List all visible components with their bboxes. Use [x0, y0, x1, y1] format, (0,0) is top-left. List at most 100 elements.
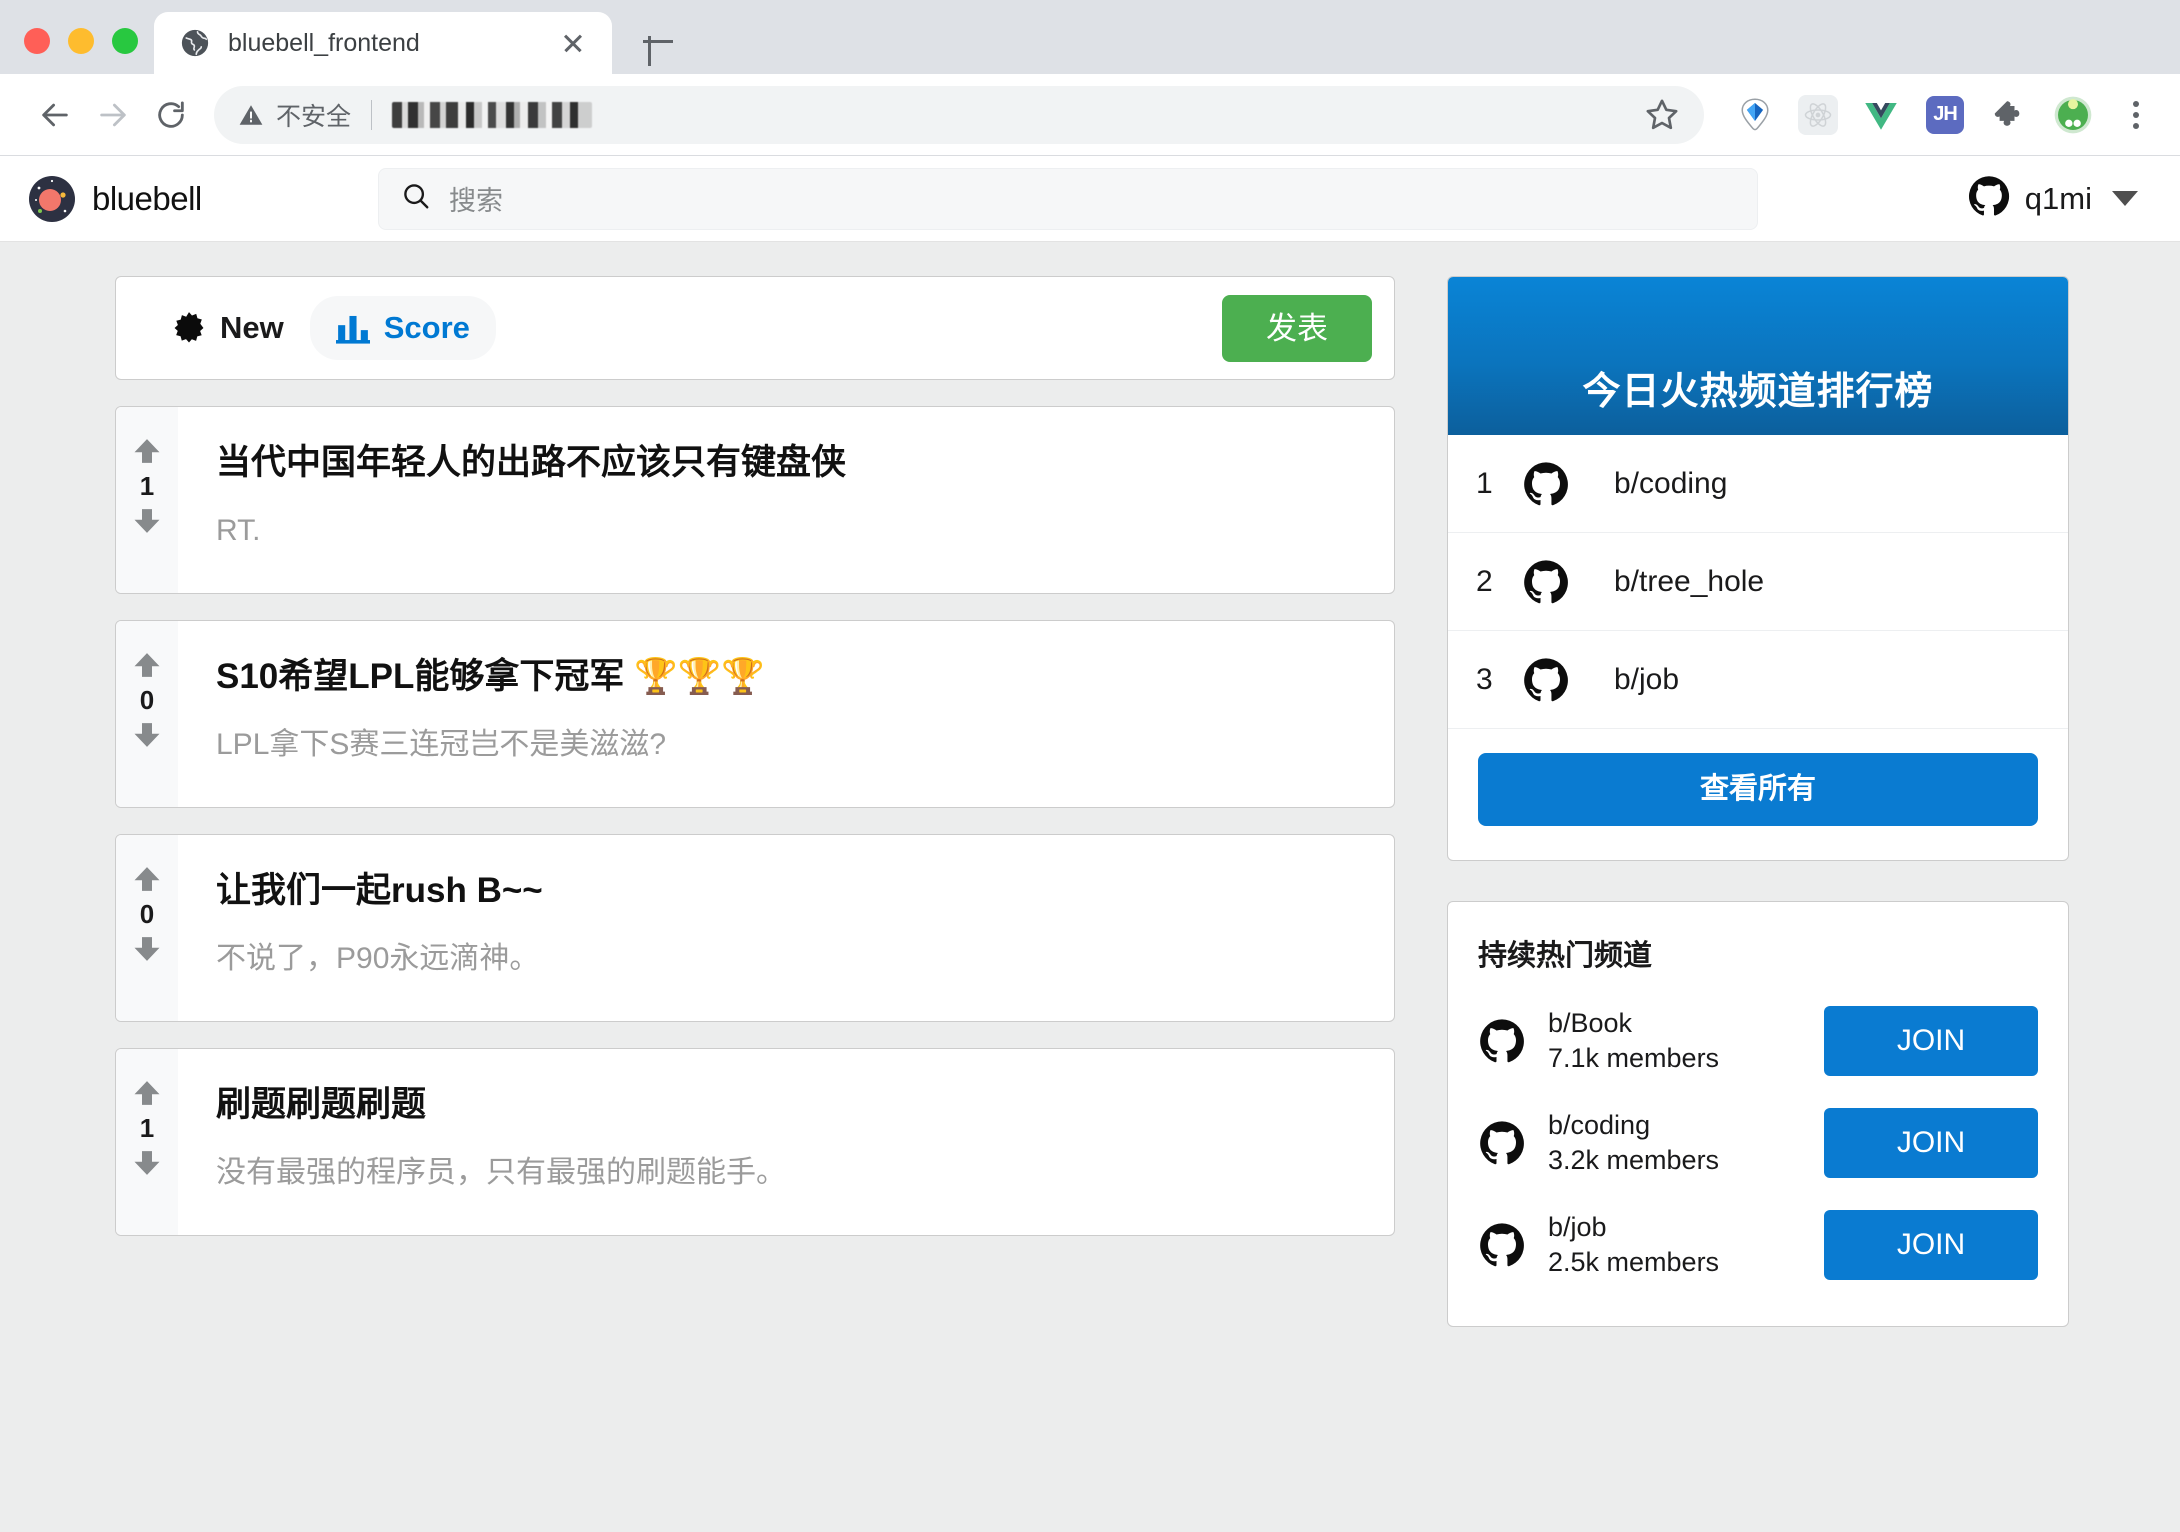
app-header: bluebell 搜索 q1mi — [0, 156, 2180, 242]
post-card[interactable]: 1 当代中国年轻人的出路不应该只有键盘侠 RT. — [115, 406, 1395, 594]
chevron-down-icon[interactable] — [2112, 191, 2138, 206]
ranking-row[interactable]: 3 b/job — [1448, 631, 2068, 729]
globe-icon — [180, 28, 210, 58]
plus-icon[interactable] — [634, 18, 682, 66]
post-card[interactable]: 0 让我们一起rush B~~ 不说了，P90永远滴神。 — [115, 834, 1395, 1022]
tab-score-label: Score — [383, 310, 470, 345]
hot-channel-name: b/job — [1548, 1211, 1607, 1242]
tab-title: bluebell_frontend — [228, 28, 420, 57]
hot-channels-card: 持续热门频道 b/Book 7.1k members JOIN b/coding… — [1447, 901, 2069, 1327]
arrow-forward-icon[interactable] — [84, 86, 142, 144]
search-input[interactable]: 搜索 — [378, 167, 1758, 230]
vote-column: 0 — [116, 835, 178, 1021]
hot-channel-meta: b/coding 3.2k members — [1548, 1110, 1719, 1176]
vote-count: 0 — [139, 899, 155, 929]
react-devtools-icon[interactable] — [1798, 94, 1838, 135]
github-icon — [1478, 1017, 1526, 1065]
github-icon — [1967, 174, 2011, 223]
maximize-window-button[interactable] — [112, 28, 138, 54]
arrow-up-icon[interactable] — [132, 435, 162, 467]
address-bar[interactable]: 不安全 — [214, 85, 1704, 144]
hot-channel-meta: b/job 2.5k members — [1548, 1212, 1719, 1278]
join-button[interactable]: JOIN — [1824, 1108, 2038, 1178]
post-description: 没有最强的程序员，只有最强的刷题能手。 — [216, 1155, 786, 1189]
arrow-up-icon[interactable] — [132, 863, 162, 895]
arrow-up-icon[interactable] — [132, 649, 162, 681]
github-icon — [1478, 1119, 1526, 1167]
hot-channel-members: 3.2k members — [1548, 1145, 1720, 1175]
star-icon[interactable] — [1642, 95, 1682, 135]
burst-icon — [172, 311, 206, 345]
hot-channel-row[interactable]: b/job 2.5k members JOIN — [1478, 1210, 2038, 1280]
arrow-back-icon[interactable] — [26, 86, 84, 144]
user-menu[interactable]: q1mi — [1967, 174, 2144, 223]
join-button[interactable]: JOIN — [1824, 1006, 2038, 1076]
warning-triangle-icon[interactable] — [238, 102, 264, 128]
post-body: 当代中国年轻人的出路不应该只有键盘侠 RT. — [178, 407, 1394, 593]
tab-strip: bluebell_frontend — [0, 0, 2180, 74]
page-viewport: bluebell 搜索 q1mi New Score 发表 1 当代中国年轻人的… — [0, 156, 2180, 1532]
profile-avatar-icon[interactable] — [2052, 94, 2094, 136]
post-card[interactable]: 0 S10希望LPL能够拿下冠军 🏆🏆🏆 LPL拿下S赛三连冠岂不是美滋滋? — [115, 620, 1395, 808]
post-description: 不说了，P90永远滴神。 — [216, 941, 540, 975]
rank-number: 2 — [1476, 564, 1493, 598]
browser-tab[interactable]: bluebell_frontend — [154, 12, 612, 74]
join-button[interactable]: JOIN — [1824, 1210, 2038, 1280]
hot-channel-row[interactable]: b/Book 7.1k members JOIN — [1478, 1006, 2038, 1076]
arrow-down-icon[interactable] — [132, 719, 162, 751]
rank-number: 1 — [1476, 466, 1493, 500]
vote-count: 0 — [139, 685, 155, 715]
vuex-devtools-icon[interactable] — [1734, 94, 1776, 136]
tab-score[interactable]: Score — [309, 296, 496, 360]
tab-new[interactable]: New — [146, 296, 310, 360]
hot-channel-name: b/coding — [1548, 1109, 1651, 1140]
arrow-down-icon[interactable] — [132, 505, 162, 537]
ranking-card: 今日火热频道排行榜 1 b/coding 2 b/tree_hole 3 b/j… — [1447, 276, 2069, 861]
jh-extension-icon[interactable]: JH — [1924, 94, 1966, 136]
close-window-button[interactable] — [24, 28, 50, 54]
ranking-title: 今日火热频道排行榜 — [1582, 371, 1934, 413]
arrow-down-icon[interactable] — [132, 1147, 162, 1179]
post-body: 让我们一起rush B~~ 不说了，P90永远滴神。 — [178, 835, 1394, 1021]
vue-devtools-icon[interactable] — [1860, 94, 1902, 136]
post-body: 刷题刷题刷题 没有最强的程序员，只有最强的刷题能手。 — [178, 1049, 1394, 1235]
security-status-label: 不安全 — [276, 102, 352, 131]
sort-toolbar: New Score 发表 — [115, 276, 1395, 380]
rank-channel-name: b/job — [1614, 662, 1680, 696]
brand-name: bluebell — [92, 179, 202, 217]
sidebar-column: 今日火热频道排行榜 1 b/coding 2 b/tree_hole 3 b/j… — [1447, 276, 2069, 1532]
puzzle-extensions-icon[interactable] — [1988, 94, 2030, 136]
post-title[interactable]: 让我们一起rush B~~ — [216, 869, 1354, 913]
hot-channel-meta: b/Book 7.1k members — [1548, 1008, 1719, 1074]
post-body: S10希望LPL能够拿下冠军 🏆🏆🏆 LPL拿下S赛三连冠岂不是美滋滋? — [178, 621, 1394, 807]
post-title[interactable]: 当代中国年轻人的出路不应该只有键盘侠 — [216, 441, 1354, 485]
reload-icon[interactable] — [142, 86, 200, 144]
user-name: q1mi — [2024, 180, 2092, 216]
close-icon[interactable] — [556, 26, 590, 60]
browser-toolbar: 不安全 JH — [0, 74, 2180, 156]
post-title[interactable]: 刷题刷题刷题 — [216, 1083, 1354, 1127]
github-icon — [1522, 558, 1570, 606]
arrow-up-icon[interactable] — [132, 1077, 162, 1109]
github-icon — [1478, 1221, 1526, 1269]
posts-column: New Score 发表 1 当代中国年轻人的出路不应该只有键盘侠 RT. 0 … — [115, 276, 1395, 1532]
hot-channel-members: 7.1k members — [1548, 1043, 1720, 1073]
search-icon — [401, 181, 431, 216]
hot-channel-row[interactable]: b/coding 3.2k members JOIN — [1478, 1108, 2038, 1178]
ranking-row[interactable]: 1 b/coding — [1448, 435, 2068, 533]
post-title[interactable]: S10希望LPL能够拿下冠军 🏆🏆🏆 — [216, 655, 1354, 699]
view-all-button[interactable]: 查看所有 — [1478, 753, 2038, 826]
kebab-menu-icon[interactable] — [2116, 95, 2156, 135]
brand-logo-link[interactable]: bluebell — [28, 175, 378, 223]
arrow-down-icon[interactable] — [132, 933, 162, 965]
github-icon — [1522, 656, 1570, 704]
publish-button[interactable]: 发表 — [1222, 294, 1372, 362]
post-card[interactable]: 1 刷题刷题刷题 没有最强的程序员，只有最强的刷题能手。 — [115, 1048, 1395, 1236]
url-text[interactable] — [392, 101, 593, 128]
rank-number: 3 — [1476, 662, 1493, 696]
ranking-row[interactable]: 2 b/tree_hole — [1448, 533, 2068, 631]
ranking-header: 今日火热频道排行榜 — [1448, 277, 2068, 435]
minimize-window-button[interactable] — [68, 28, 94, 54]
tab-new-label: New — [220, 310, 284, 345]
page-content: New Score 发表 1 当代中国年轻人的出路不应该只有键盘侠 RT. 0 … — [0, 242, 2180, 1532]
